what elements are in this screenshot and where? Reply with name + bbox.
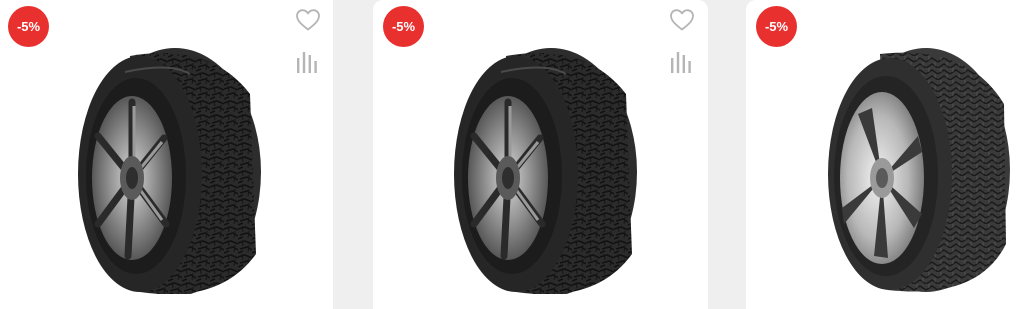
product-card[interactable]: -5% (373, 0, 708, 309)
compare-bars-icon[interactable] (296, 50, 320, 74)
product-card[interactable]: -5% (746, 0, 1030, 309)
product-card[interactable]: -5% (0, 0, 333, 309)
tire-image[interactable] (818, 44, 1013, 294)
discount-badge: -5% (383, 6, 424, 47)
product-strip: -5% -5% -5% (0, 0, 1030, 309)
tire-image[interactable] (446, 44, 641, 296)
discount-badge: -5% (8, 6, 49, 47)
compare-bars-icon[interactable] (670, 50, 694, 74)
heart-outline-icon[interactable] (295, 8, 321, 32)
tire-image[interactable] (70, 44, 265, 296)
heart-outline-icon[interactable] (669, 8, 695, 32)
discount-badge: -5% (756, 6, 797, 47)
